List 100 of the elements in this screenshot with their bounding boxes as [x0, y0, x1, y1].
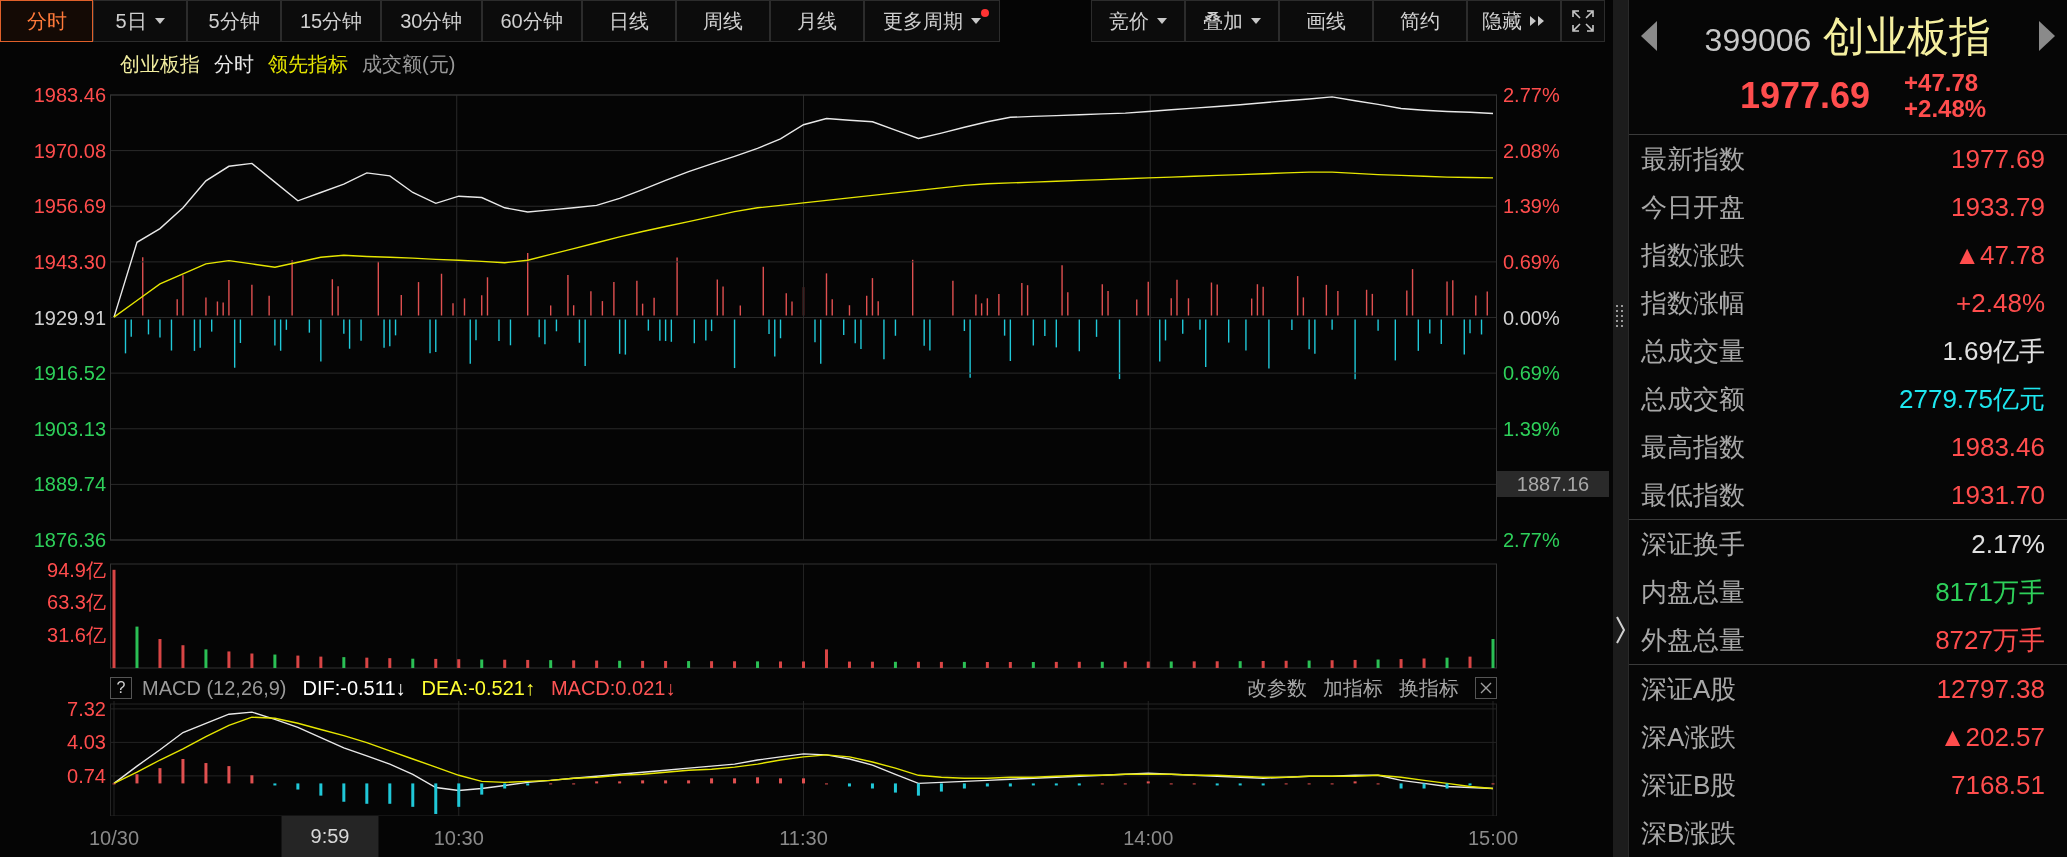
grip-icon[interactable] — [1616, 305, 1625, 329]
stat-label: 指数涨幅 — [1641, 286, 1745, 320]
stat-value: 1983.46 — [1951, 430, 2045, 464]
period-tab[interactable]: 15分钟 — [281, 0, 382, 42]
legend-label: 领先指标 — [268, 51, 348, 77]
bar — [250, 653, 254, 668]
bar — [641, 780, 645, 784]
period-tab[interactable]: 60分钟 — [481, 0, 582, 42]
bar — [434, 783, 438, 814]
bar — [710, 661, 714, 668]
bar — [1215, 783, 1219, 786]
stat-value: ▲202.57 — [1939, 720, 2045, 754]
stat-label: 总成交量 — [1641, 334, 1745, 368]
bar — [916, 783, 920, 796]
bar — [618, 660, 622, 668]
axis-label: 63.3亿 — [47, 592, 106, 613]
left-triangle-icon — [1641, 21, 1659, 51]
bar — [824, 649, 828, 668]
bar — [733, 661, 737, 668]
bar — [1491, 639, 1495, 668]
bar — [847, 661, 851, 668]
stat-label: 总成交额 — [1641, 382, 1745, 416]
bar — [319, 656, 323, 668]
bar — [135, 774, 139, 784]
stat-value: 2779.75亿元 — [1899, 382, 2045, 416]
axis-label: 1970.08 — [33, 140, 106, 161]
bar — [664, 780, 668, 784]
bar — [273, 654, 277, 668]
previous-button[interactable] — [1641, 21, 1659, 51]
tool-button[interactable]: 隐藏 — [1467, 0, 1561, 42]
axis-label: 31.6亿 — [47, 625, 106, 646]
axis-label: 1983.46 — [33, 85, 106, 105]
bar — [870, 661, 874, 668]
bar — [158, 639, 162, 668]
bar — [1215, 661, 1219, 668]
axis-label: 0.69% — [1503, 251, 1560, 272]
axis-label: 0.74 — [67, 765, 106, 786]
bar — [250, 775, 254, 784]
axis-label: 94.9亿 — [47, 559, 106, 580]
indicator-value: DEA:-0.521↑ — [421, 676, 535, 701]
time-label: 14:00 — [1123, 826, 1174, 851]
bar — [319, 783, 323, 796]
period-tab[interactable]: 月线 — [769, 0, 864, 42]
indicator-action-button[interactable]: 加指标 — [1323, 673, 1383, 703]
tool-button[interactable]: 竞价 — [1091, 0, 1185, 42]
close-button[interactable] — [1475, 677, 1497, 699]
tool-button[interactable]: 简约 — [1373, 0, 1467, 42]
bar — [135, 626, 139, 668]
bar — [158, 768, 162, 784]
index-name: 创业板指 — [1823, 11, 1992, 62]
bar — [893, 783, 897, 793]
axis-label: 1876.36 — [33, 530, 106, 550]
bar — [1307, 660, 1311, 668]
cursor-time-label: 9:59 — [281, 816, 379, 857]
bar — [181, 758, 185, 784]
stat-label: 深证B股 — [1641, 768, 1737, 802]
bar — [916, 661, 920, 668]
period-tab[interactable]: 更多周期 — [863, 0, 1000, 42]
tool-button[interactable]: 画线 — [1279, 0, 1373, 42]
stat-value: ▲47.78 — [1954, 238, 2045, 272]
bar — [1261, 660, 1265, 668]
help-button[interactable]: ? — [110, 677, 132, 699]
caret-icon — [1157, 18, 1167, 24]
bar — [572, 660, 576, 668]
indicator-value: MACD:0.021↓ — [550, 676, 676, 701]
bar — [1468, 656, 1472, 668]
period-tab[interactable]: 5分钟 — [187, 0, 281, 42]
stat-label: 最高指数 — [1641, 430, 1745, 464]
period-tab[interactable]: 30分钟 — [381, 0, 482, 42]
tool-button[interactable]: 叠加 — [1185, 0, 1279, 42]
chart-title: 成交额(元) — [362, 51, 456, 77]
stock-code: 399006 — [1704, 20, 1812, 60]
indicator-action-button[interactable]: 改参数 — [1247, 673, 1307, 703]
bar — [227, 651, 231, 668]
bar — [893, 661, 897, 668]
period-tab[interactable]: 周线 — [675, 0, 770, 42]
bar — [1399, 783, 1403, 789]
period-tab[interactable]: 分时 — [0, 0, 93, 42]
axis-label: 1943.30 — [33, 251, 106, 272]
stat-value: 12797.38 — [1936, 672, 2045, 706]
bar — [1468, 783, 1472, 786]
bar — [227, 766, 231, 784]
period-tab[interactable]: 日线 — [581, 0, 676, 42]
stat-label: 深A涨跌 — [1641, 720, 1737, 754]
indicator-action-button[interactable]: 换指标 — [1399, 673, 1459, 703]
fullscreen-button[interactable] — [1561, 0, 1605, 42]
stat-value: 1.69亿手 — [1942, 334, 2045, 368]
bar — [733, 778, 737, 784]
bar — [1077, 783, 1081, 786]
next-button[interactable] — [2037, 21, 2055, 51]
bar — [411, 783, 415, 807]
period-tab[interactable]: 5日 — [93, 0, 187, 42]
bar — [365, 657, 369, 668]
axis-label: 1903.13 — [33, 418, 106, 439]
stat-value: 8171万手 — [1935, 575, 2045, 609]
bar — [204, 649, 208, 668]
caret-icon — [154, 18, 165, 24]
bar — [549, 660, 553, 668]
price-change: +47.78 — [1904, 70, 1980, 96]
time-label: 10:30 — [433, 826, 484, 851]
